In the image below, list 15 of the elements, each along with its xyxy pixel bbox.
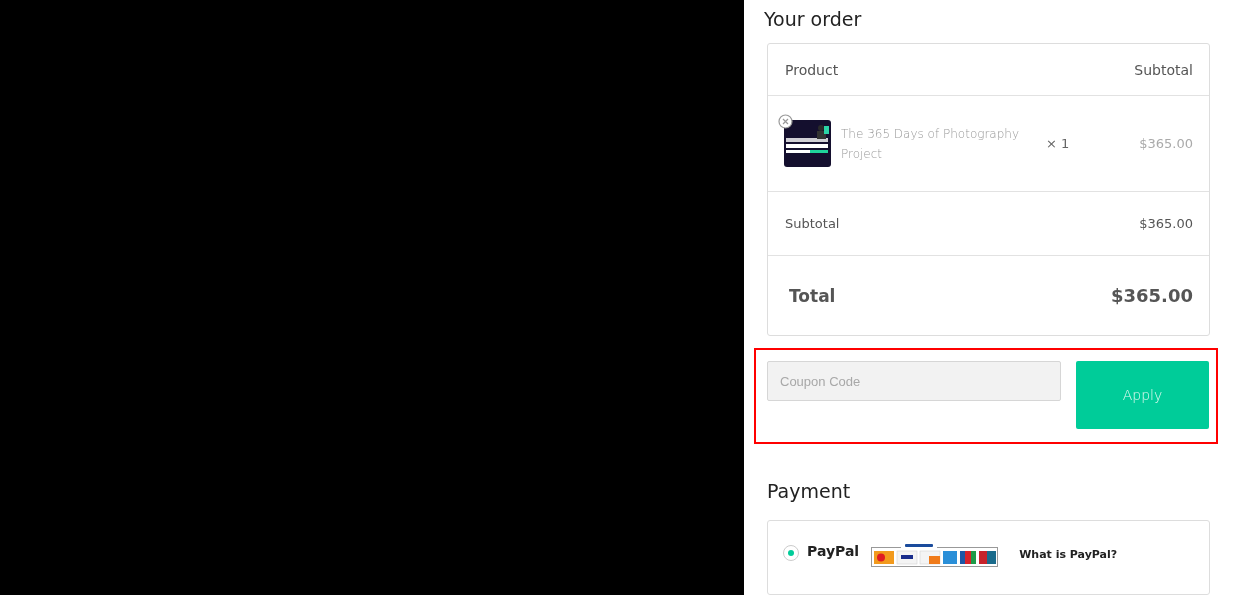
product-quantity: × 1 xyxy=(1046,136,1071,151)
total-value: $365.00 xyxy=(1111,285,1193,306)
coupon-field[interactable]: Coupon Code xyxy=(767,361,1061,401)
product-price: $365.00 xyxy=(1139,136,1193,151)
section-title: Payment xyxy=(767,480,852,502)
total-label: Total xyxy=(789,285,836,306)
column-header: Product xyxy=(785,61,839,78)
remove-icon[interactable] xyxy=(778,114,793,129)
subtotal-value: $365.00 xyxy=(1139,216,1193,231)
product-name: The 365 Days of Photography Project xyxy=(841,125,1021,163)
payment-label: PayPal xyxy=(807,543,860,559)
section-title: Your order xyxy=(764,8,863,30)
column-header: Subtotal xyxy=(1134,61,1193,78)
paypal-info-link[interactable]: What is PayPal? xyxy=(1019,548,1118,561)
subtotal-label: Subtotal xyxy=(785,216,840,231)
